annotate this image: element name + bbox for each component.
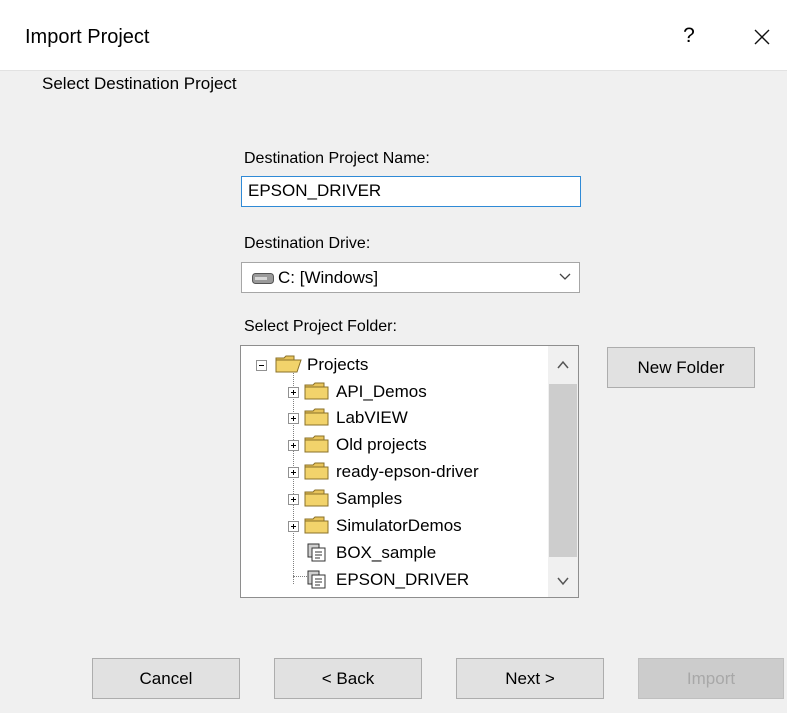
help-button[interactable]: ? bbox=[672, 20, 706, 52]
tree-item-label: BOX_sample bbox=[336, 543, 437, 562]
scroll-up-button[interactable] bbox=[548, 352, 578, 378]
new-folder-button[interactable]: New Folder bbox=[607, 347, 755, 388]
project-name-field[interactable] bbox=[241, 176, 581, 207]
chevron-up-icon bbox=[557, 360, 569, 369]
tree-item-simulator-demos[interactable]: SimulatorDemos bbox=[287, 513, 545, 539]
expand-icon bbox=[288, 413, 299, 424]
tree-item-label: Samples bbox=[336, 489, 403, 508]
project-name-label: Destination Project Name: bbox=[244, 150, 430, 167]
folder-icon bbox=[304, 408, 329, 426]
project-icon bbox=[307, 570, 326, 589]
tree-guide-line bbox=[293, 597, 307, 598]
tree-item-label: ready-epson-driver bbox=[336, 462, 479, 481]
import-button[interactable]: Import bbox=[638, 658, 784, 699]
drive-icon bbox=[252, 273, 274, 284]
project-name-input[interactable] bbox=[248, 181, 568, 201]
expand-icon bbox=[288, 467, 299, 478]
tree-item-label: Projects bbox=[307, 355, 369, 374]
tree-item-ready-epson-driver[interactable]: ready-epson-driver bbox=[287, 459, 545, 485]
chevron-down-icon bbox=[557, 577, 569, 586]
tree-item-samples[interactable]: Samples bbox=[287, 486, 545, 512]
tree-item-old-projects[interactable]: Old projects bbox=[287, 432, 545, 458]
folder-label: Select Project Folder: bbox=[244, 318, 397, 335]
tree-guide-line bbox=[293, 576, 307, 577]
tree-item-label: EPSON_DRIVER bbox=[336, 570, 470, 589]
chevron-down-icon bbox=[559, 273, 571, 280]
project-folder-tree[interactable]: Projects API_Demos LabVIEW Old projects … bbox=[240, 345, 579, 598]
tree-item-box-sample[interactable]: BOX_sample bbox=[307, 540, 545, 566]
tree-item-label: API_Demos bbox=[336, 382, 427, 401]
import-project-dialog: Import Project ? Select Destination Proj… bbox=[0, 0, 787, 713]
folder-icon bbox=[304, 435, 329, 453]
close-button[interactable] bbox=[742, 20, 782, 52]
folder-icon bbox=[304, 382, 329, 400]
expand-icon bbox=[288, 521, 299, 532]
cancel-button[interactable]: Cancel bbox=[92, 658, 240, 699]
folder-icon bbox=[304, 462, 329, 480]
drive-label: Destination Drive: bbox=[244, 235, 371, 252]
folder-icon bbox=[304, 516, 329, 534]
scroll-down-button[interactable] bbox=[548, 568, 578, 594]
folder-icon bbox=[304, 489, 329, 507]
tree-item-epson-driver[interactable]: EPSON_DRIVER bbox=[307, 567, 545, 593]
tree-item-label: Old projects bbox=[336, 435, 427, 454]
expand-icon bbox=[288, 440, 299, 451]
tree-item-label: LabVIEW bbox=[336, 408, 408, 427]
drive-select[interactable]: C: [Windows] bbox=[241, 262, 580, 293]
section-label: Select Destination Project bbox=[42, 74, 237, 93]
expand-icon bbox=[288, 387, 299, 398]
title-bar: Import Project ? bbox=[0, 0, 787, 71]
next-button[interactable]: Next > bbox=[456, 658, 604, 699]
tree-item-label: SimulatorDemos bbox=[336, 516, 462, 535]
scrollbar-thumb[interactable] bbox=[549, 384, 577, 557]
tree-item-labview[interactable]: LabVIEW bbox=[287, 405, 545, 431]
open-folder-icon bbox=[275, 355, 302, 373]
tree-item-projects[interactable]: Projects bbox=[255, 352, 545, 378]
expand-icon bbox=[288, 494, 299, 505]
close-icon bbox=[754, 29, 770, 45]
project-icon bbox=[307, 543, 326, 562]
back-button[interactable]: < Back bbox=[274, 658, 422, 699]
drive-value: C: [Windows] bbox=[278, 268, 379, 287]
window-title: Import Project bbox=[25, 26, 150, 48]
collapse-icon bbox=[256, 360, 267, 371]
tree-item-api-demos[interactable]: API_Demos bbox=[287, 379, 545, 405]
